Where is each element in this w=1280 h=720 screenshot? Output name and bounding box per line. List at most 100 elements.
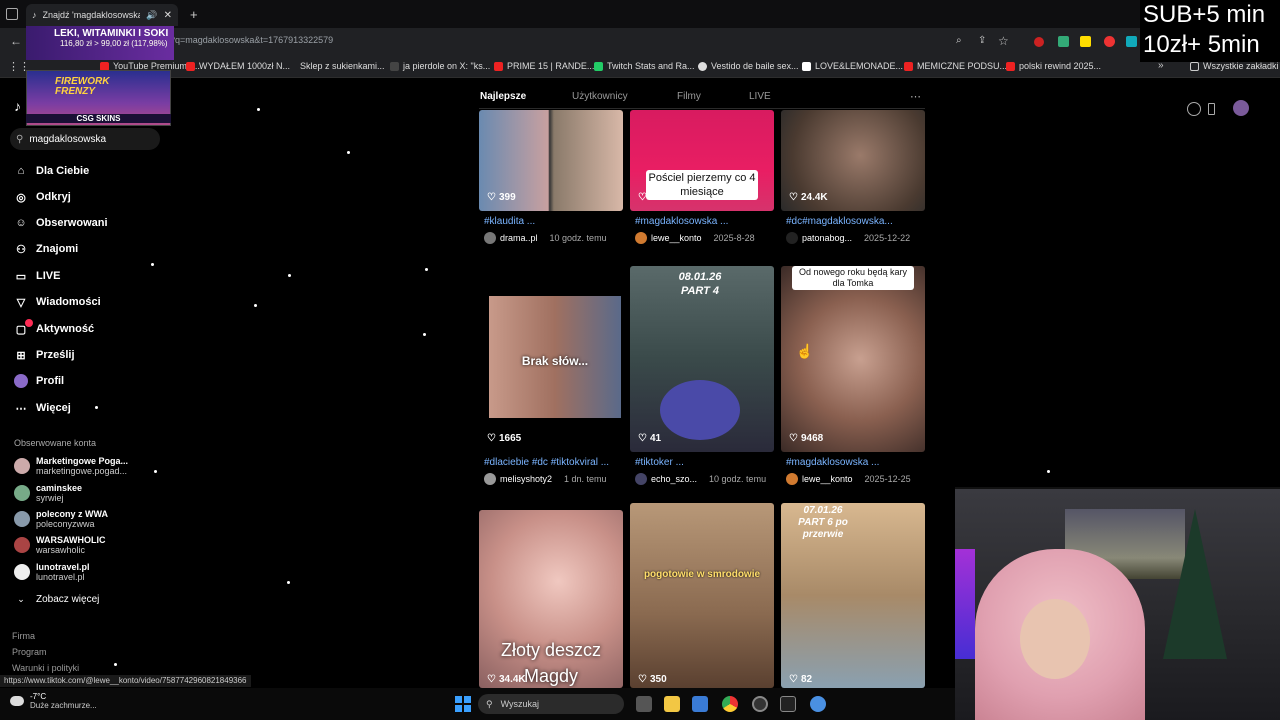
snow-particle	[95, 406, 98, 409]
chrome-icon[interactable]	[722, 696, 738, 712]
back-icon[interactable]: ←	[10, 34, 22, 48]
tab-live[interactable]: LIVE	[749, 91, 771, 102]
nav-item-dla-ciebie[interactable]: ⌂ Dla Ciebie	[14, 164, 90, 178]
video-meta[interactable]: melisyshoty2 1 dn. temu	[484, 473, 607, 485]
bookmark-star-icon[interactable]: ☆	[998, 34, 1009, 48]
bookmark-item[interactable]: ja pierdole on X: "ks...	[390, 61, 490, 71]
x-icon	[390, 61, 399, 71]
tab-filmy[interactable]: Filmy	[677, 91, 701, 102]
taskbar-search-input[interactable]: ⚲ Wyszukaj	[478, 694, 624, 714]
like-count: ♡ 41	[638, 433, 662, 444]
weather-widget[interactable]: -7°C Duże zachmurze...	[10, 692, 97, 710]
video-meta[interactable]: echo_szo... 10 godz. temu	[635, 473, 766, 485]
video-overlay-text: Brak słów...	[521, 354, 589, 368]
bookmark-item[interactable]: LOVE&LEMONADE...	[802, 61, 903, 71]
more-options-icon[interactable]: ⋯	[910, 90, 921, 103]
video-meta[interactable]: lewe__konto 2025-12-25	[786, 473, 911, 485]
video-caption[interactable]: #magdaklosowska ...	[635, 216, 728, 227]
nav-item-live[interactable]: ▭ LIVE	[14, 269, 61, 283]
app-icon[interactable]	[752, 696, 768, 712]
video-meta[interactable]: drama..pl 10 godz. temu	[484, 232, 607, 244]
task-view-icon[interactable]	[636, 696, 652, 712]
weather-desc: Duże zachmurze...	[30, 701, 97, 710]
snow-particle	[423, 333, 426, 336]
video-overlay-text: 08.01.26 PART 4	[678, 271, 722, 297]
compass-icon[interactable]	[1187, 102, 1201, 116]
snow-particle	[254, 304, 257, 307]
nav-item-odkryj[interactable]: ◎ Odkryj	[14, 190, 71, 204]
bookmark-item[interactable]: polski rewind 2025...	[1006, 61, 1101, 71]
upload-icon: ⊞	[16, 349, 26, 362]
heart-icon: ♡	[789, 192, 798, 203]
extension-icon[interactable]	[1034, 37, 1044, 47]
snow-particle	[288, 274, 291, 277]
avatar[interactable]	[1233, 100, 1249, 116]
bookmark-item[interactable]: Sklep z sukienkami...	[300, 61, 385, 71]
terminal-icon[interactable]	[780, 696, 796, 712]
zoom-icon[interactable]: ⌕	[956, 35, 962, 46]
like-count: ♡ 24.4K	[789, 192, 828, 203]
video-thumbnail[interactable]	[630, 503, 774, 688]
search-input[interactable]: ⚲ magdaklosowska	[10, 128, 160, 150]
tab-title: Znajdź 'magdaklosowska' n	[42, 10, 141, 20]
browser-tab[interactable]: ♪ Znajdź 'magdaklosowska' n 🔊 ✕	[26, 4, 178, 26]
nav-item-profil[interactable]: Profil	[14, 374, 64, 388]
followed-account[interactable]: caminskee syrwiej	[14, 483, 82, 503]
nav-item-znajomi[interactable]: ⚇ Znajomi	[14, 242, 78, 256]
bookmark-item[interactable]: WYDAŁEM 1000zł N...	[186, 61, 290, 71]
nav-item-przeslij[interactable]: ⊞ Prześlij	[14, 348, 74, 362]
nav-item-wiadomosci[interactable]: ▽ Wiadomości	[14, 295, 101, 309]
new-tab-icon[interactable]: +	[190, 7, 198, 22]
video-caption[interactable]: #dlaciebie #dc #tiktokviral ...	[484, 457, 609, 468]
messages-icon: ▽	[16, 296, 26, 309]
followed-account[interactable]: lunotravel.pl lunotravel.pl	[14, 562, 90, 582]
video-meta[interactable]: patonabog... 2025-12-22	[786, 232, 910, 244]
tiktok-logo-icon[interactable]: ♪	[14, 98, 21, 114]
following-icon: ☺	[15, 217, 27, 229]
device-icon[interactable]	[1208, 103, 1215, 115]
bookmark-item[interactable]: PRIME 15 | RANDE...	[494, 61, 594, 71]
file-explorer-icon[interactable]	[664, 696, 680, 712]
video-caption[interactable]: #magdaklosowska ...	[786, 457, 879, 468]
footer-link[interactable]: Program	[12, 647, 47, 657]
weather-temp: -7°C	[30, 692, 47, 701]
extension-icon[interactable]	[1104, 36, 1115, 47]
sub-line-1: SUB+5 min	[1143, 1, 1266, 28]
followed-account[interactable]: Marketingowe Poga... marketingowe.pogad..…	[14, 456, 128, 476]
see-more-button[interactable]: ⌄ Zobacz więcej	[14, 592, 99, 606]
extension-icon[interactable]	[1126, 36, 1137, 47]
nav-item-wiecej[interactable]: ⋯ Więcej	[14, 401, 71, 415]
tab-list-icon[interactable]	[6, 8, 18, 20]
nav-item-obserwowani[interactable]: ☺ Obserwowani	[14, 216, 107, 230]
close-tab-icon[interactable]: ✕	[164, 10, 172, 21]
video-caption[interactable]: #tiktoker ...	[635, 457, 684, 468]
video-caption[interactable]: #klaudita ...	[484, 216, 535, 227]
heart-icon: ♡	[789, 433, 798, 444]
webcam-overlay	[955, 487, 1280, 720]
youtube-icon	[494, 61, 503, 71]
extension-icon[interactable]	[1080, 36, 1091, 47]
video-meta[interactable]: lewe__konto 2025-8-28	[635, 232, 755, 244]
share-icon[interactable]: ⇪	[978, 35, 986, 46]
extension-icon[interactable]	[1058, 36, 1069, 47]
video-caption[interactable]: #dc#magdaklosowska...	[786, 216, 893, 227]
store-icon[interactable]	[692, 696, 708, 712]
followed-account[interactable]: WARSAWHOLIC warsawholic	[14, 535, 106, 555]
footer-link[interactable]: Firma	[12, 631, 35, 641]
all-bookmarks-folder[interactable]: Wszystkie zakładki	[1190, 61, 1279, 71]
footer-link[interactable]: Warunki i polityki	[12, 663, 79, 673]
webcam-face	[1020, 599, 1090, 679]
avatar	[14, 458, 30, 474]
bookmark-item[interactable]: Twitch Stats and Ra...	[594, 61, 695, 71]
speaker-icon[interactable]: 🔊	[146, 10, 157, 21]
heart-icon: ♡	[487, 674, 496, 685]
like-count: ♡ 1665	[487, 433, 522, 444]
settings-icon[interactable]	[810, 696, 826, 712]
tab-najlepsze[interactable]: Najlepsze	[480, 91, 526, 102]
windows-start-icon[interactable]	[455, 696, 471, 712]
bookmark-item[interactable]: MEMICZNE PODSU...	[904, 61, 1007, 71]
tab-uzytkownicy[interactable]: Użytkownicy	[572, 91, 628, 102]
like-count: ♡ 28.3K	[638, 192, 677, 203]
bookmark-item[interactable]: Vestido de baile sex...	[698, 61, 799, 71]
followed-account[interactable]: polecony z WWA poleconyzwwa	[14, 509, 108, 529]
